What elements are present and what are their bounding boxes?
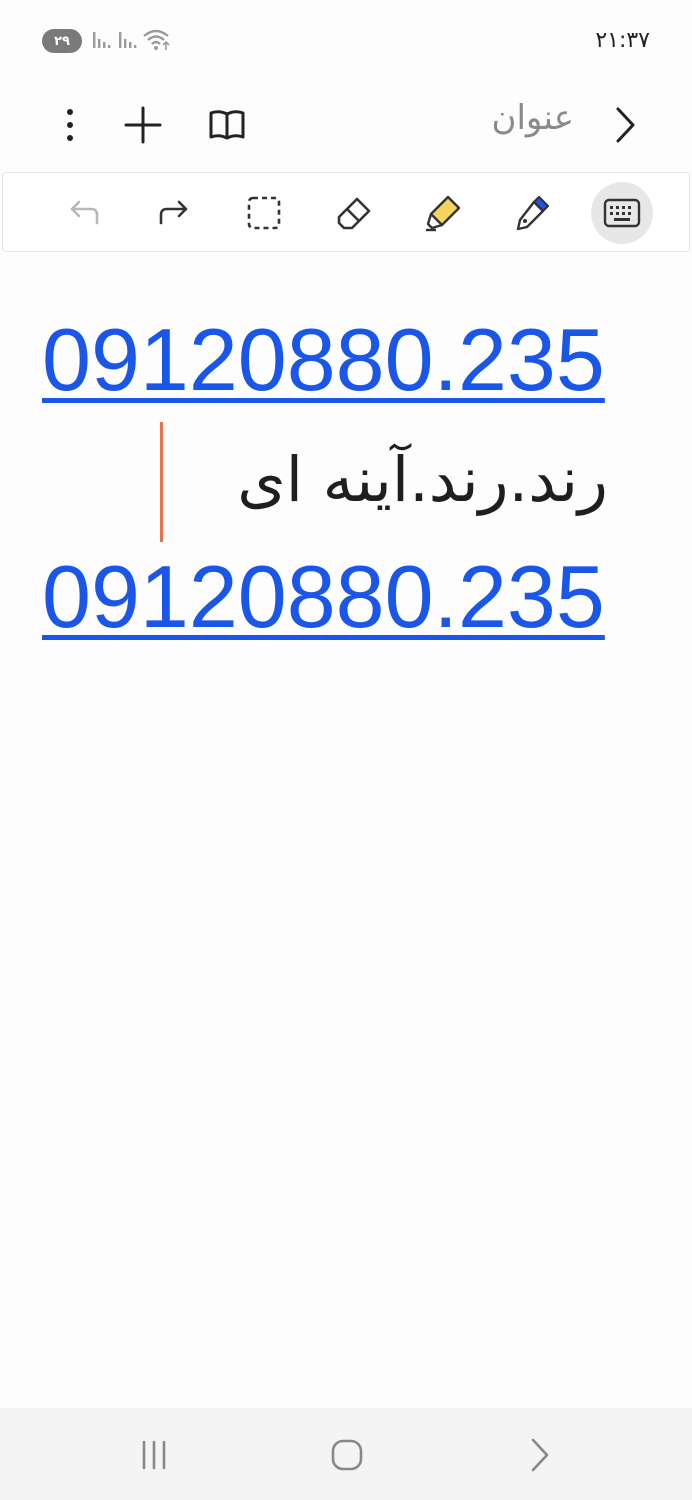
undo-button[interactable] [53, 182, 115, 244]
keyboard-icon [603, 198, 641, 228]
chevron-right-icon [616, 107, 635, 143]
home-icon [331, 1439, 363, 1471]
clock: ۲۱:۳۷ [595, 28, 650, 53]
highlighter-tool-button[interactable] [412, 182, 474, 244]
signal-icon [93, 32, 111, 48]
recents-button[interactable] [124, 1430, 184, 1480]
eraser-tool-button[interactable] [323, 182, 385, 244]
text-cursor [160, 422, 163, 542]
note-text-line[interactable]: رند.رند.آینه ای [237, 430, 608, 530]
status-bar: ۲۹ ۲۱:۳۷ [0, 0, 692, 80]
eraser-icon [337, 197, 371, 230]
drawing-toolbar [2, 172, 690, 252]
wifi-icon [143, 29, 170, 50]
redo-icon [159, 200, 188, 225]
add-page-button[interactable] [118, 100, 168, 150]
home-button[interactable] [317, 1430, 377, 1480]
back-icon [531, 1438, 549, 1472]
navigation-bar [0, 1408, 692, 1500]
back-button[interactable] [600, 100, 650, 150]
title-bar: عنوان [0, 80, 692, 170]
book-icon [209, 110, 245, 140]
pen-tool-button[interactable] [501, 182, 563, 244]
back-nav-button[interactable] [510, 1430, 570, 1480]
note-canvas[interactable]: 09120880.235 رند.رند.آینه ای 09120880.23… [0, 252, 692, 1408]
more-options-button[interactable] [45, 100, 95, 150]
selection-icon [247, 196, 281, 230]
recents-icon [142, 1440, 166, 1470]
note-title[interactable]: عنوان [491, 98, 574, 138]
undo-icon [70, 200, 99, 225]
pen-icon [516, 195, 550, 231]
signal-icon [119, 32, 137, 48]
phone-number-link[interactable]: 09120880.235 [42, 547, 610, 647]
phone-number-link[interactable]: 09120880.235 [42, 310, 610, 410]
reading-mode-button[interactable] [202, 100, 252, 150]
plus-icon [124, 106, 162, 144]
keyboard-mode-button[interactable] [591, 182, 653, 244]
highlighter-icon [426, 195, 461, 232]
more-icon [67, 109, 73, 141]
battery-indicator: ۲۹ [42, 29, 82, 53]
redo-button[interactable] [143, 182, 205, 244]
selection-tool-button[interactable] [233, 182, 295, 244]
